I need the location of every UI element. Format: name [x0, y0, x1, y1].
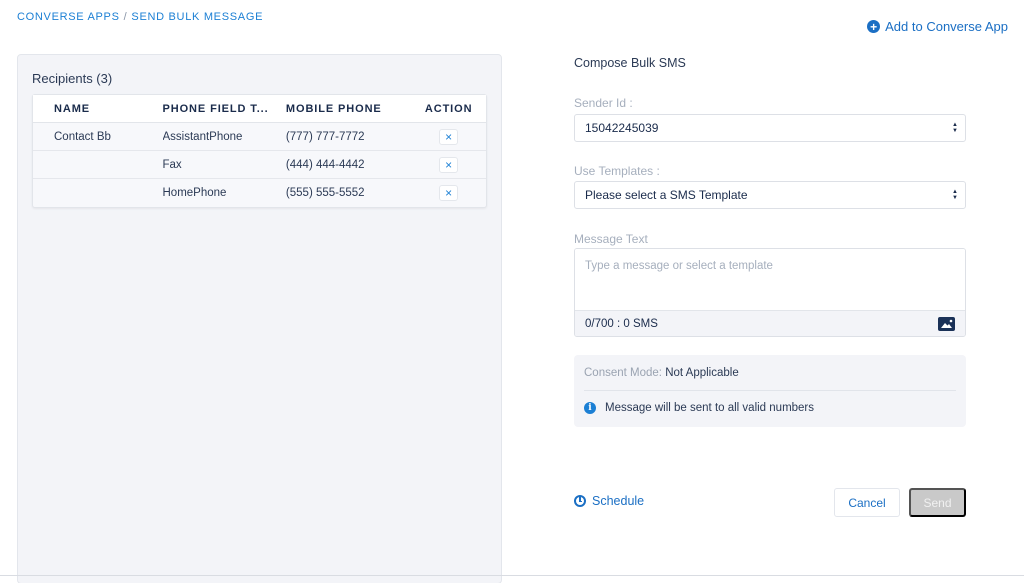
message-footer: 0/700 : 0 SMS	[575, 310, 965, 336]
cell-action: ×	[411, 156, 486, 173]
breadcrumb-send-bulk-message[interactable]: Send Bulk Message	[131, 11, 263, 23]
consent-info: i Message will be sent to all valid numb…	[584, 402, 814, 414]
remove-recipient-button[interactable]: ×	[439, 156, 459, 173]
add-to-converse-app-label: Add to Converse App	[885, 19, 1008, 34]
character-counter: 0/700 : 0 SMS	[585, 317, 658, 330]
consent-info-text: Message will be sent to all valid number…	[605, 402, 815, 414]
select-arrows-icon: ▲ ▼	[952, 122, 958, 134]
table-row: Fax (444) 444-4442 ×	[33, 151, 486, 179]
sender-id-label: Sender Id :	[574, 96, 633, 110]
consent-mode-value: Not Applicable	[665, 367, 739, 379]
close-icon: ×	[445, 129, 453, 144]
clock-icon	[574, 495, 586, 507]
select-arrows-icon: ▲ ▼	[952, 189, 958, 201]
remove-recipient-button[interactable]: ×	[439, 185, 459, 201]
column-header-name[interactable]: NAME	[33, 103, 163, 115]
schedule-label: Schedule	[592, 494, 645, 508]
column-header-mobile-phone[interactable]: MOBILE PHONE	[286, 103, 411, 115]
template-select[interactable]: Please select a SMS Template ▲ ▼	[574, 181, 966, 209]
recipients-table: NAME PHONE FIELD T... MOBILE PHONE ACTIO…	[32, 94, 487, 208]
close-icon: ×	[445, 157, 453, 172]
plus-circle-icon: +	[867, 20, 881, 33]
recipients-panel: Recipients (3) NAME PHONE FIELD T... MOB…	[17, 54, 502, 583]
schedule-link[interactable]: Schedule	[574, 494, 644, 508]
recipients-title: Recipients (3)	[32, 71, 113, 86]
send-bulk-message-page: Converse Apps / Send Bulk Message + Add …	[0, 0, 1024, 583]
breadcrumb-separator: /	[123, 11, 128, 23]
info-icon: i	[584, 402, 596, 414]
message-textarea[interactable]	[575, 249, 965, 312]
column-header-phone-field-type[interactable]: PHONE FIELD T...	[163, 103, 286, 115]
send-button[interactable]: Send	[909, 488, 966, 517]
cell-phone-field-type: AssistantPhone	[162, 130, 243, 143]
cancel-button[interactable]: Cancel	[834, 488, 900, 517]
cell-phone-field-type: Fax	[162, 158, 182, 171]
close-icon: ×	[445, 186, 453, 200]
remove-recipient-button[interactable]: ×	[439, 128, 459, 145]
cell-mobile-phone: (444) 444-4442	[285, 158, 365, 171]
breadcrumb-converse-apps[interactable]: Converse Apps	[17, 11, 120, 23]
compose-title: Compose Bulk SMS	[574, 56, 686, 70]
table-header: NAME PHONE FIELD T... MOBILE PHONE ACTIO…	[33, 95, 486, 123]
cell-mobile-phone: (555) 555-5552	[285, 187, 365, 199]
cell-phone-field-type: HomePhone	[162, 187, 227, 199]
message-text-label: Message Text	[574, 232, 648, 246]
sender-id-value: 15042245039	[585, 121, 659, 135]
consent-box: Consent Mode: Not Applicable i Message w…	[574, 355, 966, 427]
cell-name: Contact Bb	[54, 130, 111, 143]
bottom-divider	[0, 575, 1024, 576]
column-header-action: ACTION	[424, 102, 473, 115]
breadcrumb: Converse Apps / Send Bulk Message	[17, 11, 263, 23]
message-box: 0/700 : 0 SMS	[574, 248, 966, 337]
use-templates-label: Use Templates :	[574, 164, 660, 178]
add-to-converse-app-link[interactable]: + Add to Converse App	[867, 19, 1008, 34]
consent-mode-key: Consent Mode:	[584, 367, 662, 379]
consent-mode: Consent Mode: Not Applicable	[584, 367, 739, 379]
cell-mobile-phone: (777) 777-7772	[285, 130, 365, 143]
cell-action: ×	[411, 185, 486, 201]
image-icon[interactable]	[938, 316, 955, 331]
divider	[584, 390, 956, 391]
table-row: HomePhone (555) 555-5552 ×	[33, 179, 486, 207]
cell-action: ×	[411, 128, 486, 145]
table-row: Contact Bb AssistantPhone (777) 777-7772…	[33, 123, 486, 151]
template-value: Please select a SMS Template	[585, 188, 748, 202]
sender-id-select[interactable]: 15042245039 ▲ ▼	[574, 114, 966, 142]
